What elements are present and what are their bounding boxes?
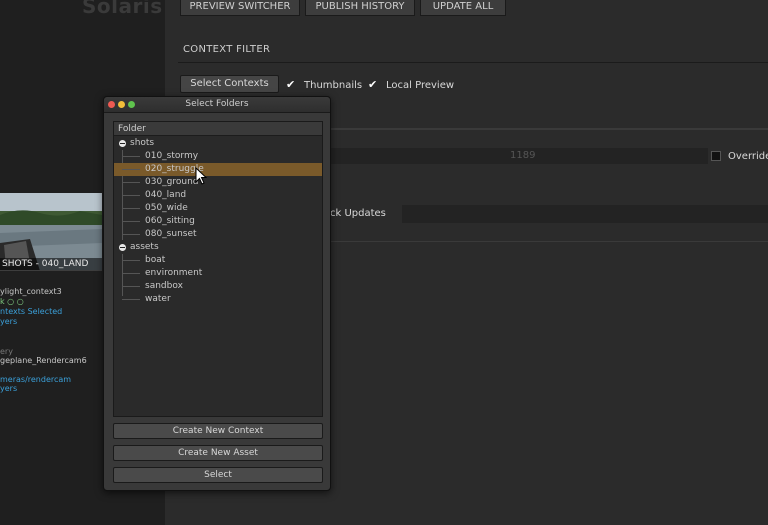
tree-item[interactable]: environment — [114, 267, 322, 280]
tree-item[interactable]: boat — [114, 254, 322, 267]
query-label: ery — [0, 347, 13, 356]
thumbnails-label: Thumbnails — [304, 80, 363, 91]
section-divider — [178, 62, 768, 63]
render-camera-name: geplane_Rendercam6 — [0, 356, 87, 365]
select-contexts-button[interactable]: Select Contexts — [180, 75, 279, 93]
dialog-title: Select Folders — [185, 99, 249, 109]
tree-group-shots[interactable]: shots — [114, 137, 322, 150]
contexts-selected-link[interactable]: ntexts Selected — [0, 307, 62, 316]
tree-item-selected[interactable]: 020_struggle — [114, 163, 322, 176]
collapse-icon[interactable] — [119, 140, 126, 147]
thumbnails-checkbox[interactable]: ✔ Thumbnails — [286, 78, 362, 91]
slider-value: 1189 — [510, 150, 536, 161]
tree-item[interactable]: water — [114, 293, 322, 306]
preview-switcher-button[interactable]: PREVIEW SWITCHER — [180, 0, 300, 16]
mouse-cursor-icon — [195, 167, 208, 185]
camera-layers-link[interactable]: yers — [0, 384, 17, 393]
dialog-titlebar[interactable]: Select Folders — [104, 97, 330, 113]
publish-history-button[interactable]: PUBLISH HISTORY — [305, 0, 415, 16]
tree-column-header[interactable]: Folder — [114, 122, 322, 136]
status-indicator: k ○ ○ — [0, 297, 24, 306]
tree-item[interactable]: 080_sunset — [114, 228, 322, 241]
lock-updates-label: ck Updates — [330, 208, 386, 219]
select-button[interactable]: Select — [113, 467, 323, 483]
context-name: ylight_context3 — [0, 287, 62, 296]
thumbnail-caption: SHOTS - 040_LAND — [0, 258, 102, 271]
checkmark-icon: ✔ — [368, 78, 378, 91]
lock-updates-field[interactable] — [402, 205, 768, 223]
override-checkbox[interactable] — [711, 151, 721, 161]
folder-tree[interactable]: Folder shots 010_stormy 020_struggle 030… — [113, 121, 323, 417]
tree-item[interactable]: 050_wide — [114, 202, 322, 215]
local-preview-label: Local Preview — [386, 80, 455, 91]
create-new-context-button[interactable]: Create New Context — [113, 423, 323, 439]
context-filter-heading: CONTEXT FILTER — [183, 44, 271, 55]
tree-group-assets[interactable]: assets — [114, 241, 322, 254]
panel-divider — [330, 241, 768, 242]
tree-item[interactable]: 030_ground — [114, 176, 322, 189]
update-all-button[interactable]: UPDATE ALL — [420, 0, 506, 16]
local-preview-checkbox[interactable]: ✔ Local Preview — [368, 78, 454, 91]
override-label: Override — [728, 151, 768, 162]
select-folders-dialog: Select Folders Folder shots 010_stormy 0… — [103, 96, 331, 491]
tree-item[interactable]: 060_sitting — [114, 215, 322, 228]
create-new-asset-button[interactable]: Create New Asset — [113, 445, 323, 461]
tree-item[interactable]: 040_land — [114, 189, 322, 202]
panel-divider — [330, 128, 768, 130]
layers-link[interactable]: yers — [0, 317, 17, 326]
tree-item[interactable]: 010_stormy — [114, 150, 322, 163]
checkmark-icon: ✔ — [286, 78, 296, 91]
app-title: Solaris — [82, 0, 163, 18]
camera-path-link[interactable]: meras/rendercam — [0, 375, 71, 384]
tree-item[interactable]: sandbox — [114, 280, 322, 293]
collapse-icon[interactable] — [119, 244, 126, 251]
